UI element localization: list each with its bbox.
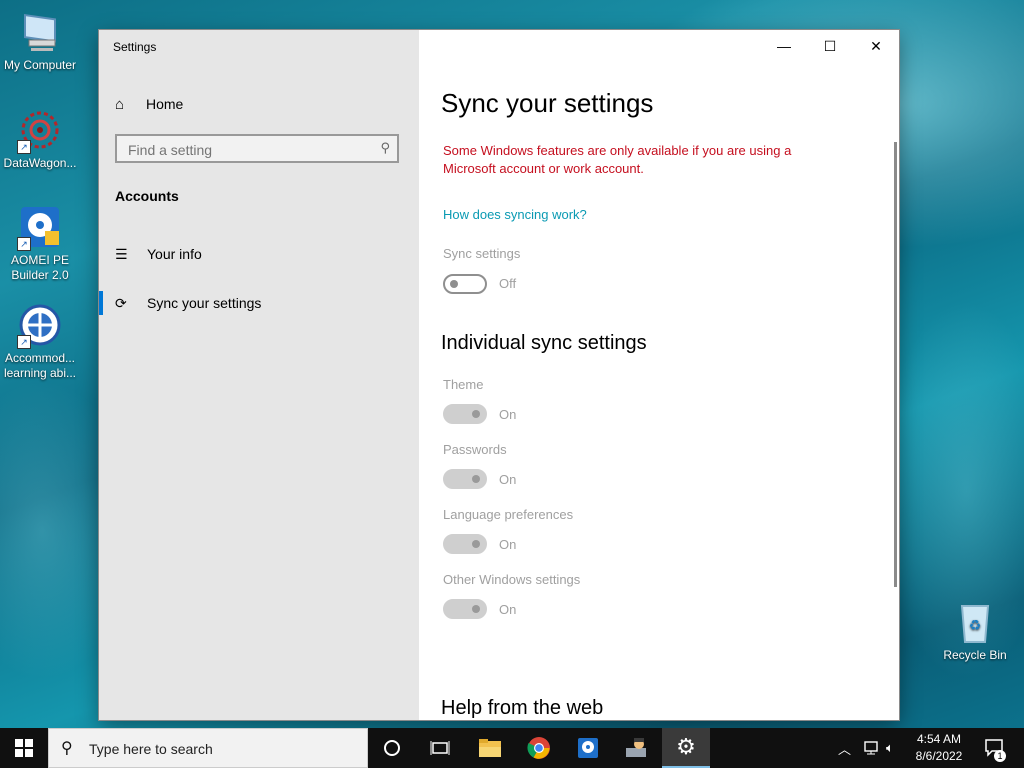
show-hidden-icons-button[interactable]: ︿ xyxy=(838,728,851,768)
person-info-icon: ☰ xyxy=(115,245,128,262)
close-button[interactable]: ✕ xyxy=(853,30,899,62)
chrome-icon xyxy=(527,737,550,759)
theme-label: Theme xyxy=(443,377,484,392)
passwords-toggle[interactable] xyxy=(443,469,487,489)
language-preferences-state: On xyxy=(499,537,517,552)
sidebar-item-label: Sync your settings xyxy=(147,295,262,311)
shortcut-arrow-icon: ↗ xyxy=(17,237,31,251)
sidebar-section-heading: Accounts xyxy=(115,188,179,204)
notification-count-badge: 1 xyxy=(994,750,1006,762)
speaker-icon: 🔈︎ xyxy=(886,740,894,755)
desktop-icon-label: Accommod... learning abi... xyxy=(3,351,77,380)
svg-text:♻: ♻ xyxy=(969,618,982,634)
cortana-circle-icon xyxy=(384,740,400,756)
minimize-button[interactable]: — xyxy=(761,30,807,62)
sync-settings-toggle[interactable] xyxy=(443,274,487,294)
clock-time: 4:54 AM xyxy=(916,732,962,746)
content-scrollbar[interactable] xyxy=(894,142,897,587)
other-windows-settings-toggle[interactable] xyxy=(443,599,487,619)
chevron-up-icon: ︿ xyxy=(838,741,852,757)
network-button[interactable] xyxy=(862,728,880,768)
task-view-button[interactable] xyxy=(416,728,464,768)
aomei-icon: ↗ xyxy=(17,205,63,251)
taskbar-search-placeholder: Type here to search xyxy=(89,741,213,757)
desktop-icon-my-computer[interactable]: My Computer xyxy=(0,10,80,73)
cortana-button[interactable] xyxy=(368,728,416,768)
sidebar-item-home[interactable]: ⌂ Home xyxy=(115,93,183,115)
aomei-taskbar-button[interactable] xyxy=(564,728,612,768)
network-icon xyxy=(864,741,878,755)
help-from-web-heading: Help from the web xyxy=(441,697,604,719)
datawagon-icon: ↗ xyxy=(17,108,63,154)
sync-settings-label: Sync settings xyxy=(443,246,521,261)
sidebar-item-label: Your info xyxy=(147,246,202,262)
settings-taskbar-button[interactable]: ⚙ xyxy=(662,728,710,768)
account-warning-text: Some Windows features are only available… xyxy=(443,143,792,176)
computer-icon xyxy=(17,10,63,56)
other-windows-settings-state: On xyxy=(499,602,517,617)
sync-icon: ⟳ xyxy=(115,294,127,311)
file-explorer-button[interactable] xyxy=(466,728,514,768)
accommodation-icon: ↗ xyxy=(17,303,63,349)
search-input[interactable] xyxy=(126,136,370,163)
language-preferences-toggle[interactable] xyxy=(443,534,487,554)
home-icon: ⌂ xyxy=(115,95,125,113)
theme-state: On xyxy=(499,407,517,422)
sidebar-item-sync-your-settings[interactable]: ⟳ Sync your settings xyxy=(99,285,419,321)
aomei-icon xyxy=(578,738,598,758)
other-windows-settings-label: Other Windows settings xyxy=(443,572,581,587)
action-center-button[interactable]: 1 xyxy=(984,728,1006,768)
desktop-icon-accommodation[interactable]: ↗ Accommod... learning abi... xyxy=(0,303,80,381)
minimize-icon: — xyxy=(777,38,791,54)
close-icon: ✕ xyxy=(870,37,882,54)
find-setting-search[interactable]: ⚲ xyxy=(115,134,399,163)
taskbar-clock[interactable]: 4:54 AM 8/6/2022 xyxy=(906,731,972,765)
folder-icon xyxy=(479,739,501,757)
volume-button[interactable]: 🔈︎ xyxy=(886,728,894,768)
shortcut-arrow-icon: ↗ xyxy=(17,335,31,349)
settings-sidebar: Settings ⌂ Home ⚲ Accounts ☰ Your info ⟳… xyxy=(99,30,419,720)
recycle-bin-icon: ♻ xyxy=(952,600,998,646)
sidebar-item-your-info[interactable]: ☰ Your info xyxy=(99,236,419,272)
desktop-icon-recycle-bin[interactable]: ♻ Recycle Bin xyxy=(935,600,1015,663)
windows-logo-icon xyxy=(15,739,33,757)
theme-toggle[interactable] xyxy=(443,404,487,424)
start-button[interactable] xyxy=(0,728,48,768)
desktop-icon-aomei[interactable]: ↗ AOMEI PE Builder 2.0 xyxy=(0,205,80,283)
app-taskbar-button[interactable] xyxy=(613,728,661,768)
settings-content: — ☐ ✕ Sync your settings Some Windows fe… xyxy=(419,30,899,720)
settings-window: Settings ⌂ Home ⚲ Accounts ☰ Your info ⟳… xyxy=(99,30,899,720)
window-title: Settings xyxy=(113,40,157,54)
language-preferences-label: Language preferences xyxy=(443,507,574,522)
maximize-icon: ☐ xyxy=(823,37,837,54)
task-view-icon xyxy=(430,741,450,755)
desktop-icon-label: My Computer xyxy=(3,58,77,72)
clock-date: 8/6/2022 xyxy=(915,749,963,763)
sync-settings-state: Off xyxy=(499,276,517,291)
desktop-icon-label: DataWagon... xyxy=(3,156,77,170)
desktop-icon-label: AOMEI PE Builder 2.0 xyxy=(10,253,69,282)
desktop-icon-label: Recycle Bin xyxy=(943,648,1007,662)
how-syncing-works-link[interactable]: How does syncing work? xyxy=(443,207,587,222)
taskbar-search-box[interactable]: ⚲ Type here to search xyxy=(48,728,368,768)
search-icon: ⚲ xyxy=(380,140,390,155)
search-icon: ⚲ xyxy=(61,740,73,757)
chrome-button[interactable] xyxy=(515,728,563,768)
passwords-label: Passwords xyxy=(443,442,507,457)
maximize-button[interactable]: ☐ xyxy=(807,30,853,62)
taskbar: ⚲ Type here to search ⚙ ︿ 🔈︎ 4:54 AM 8/6… xyxy=(0,728,1024,768)
page-title: Sync your settings xyxy=(441,88,654,118)
individual-sync-heading: Individual sync settings xyxy=(441,332,647,354)
gear-icon: ⚙ xyxy=(676,734,696,759)
shortcut-arrow-icon: ↗ xyxy=(17,140,31,154)
passwords-state: On xyxy=(499,472,517,487)
desktop-icon-datawagon[interactable]: ↗ DataWagon... xyxy=(0,108,80,171)
user-computer-icon xyxy=(626,738,646,757)
sidebar-item-label: Home xyxy=(146,96,184,112)
